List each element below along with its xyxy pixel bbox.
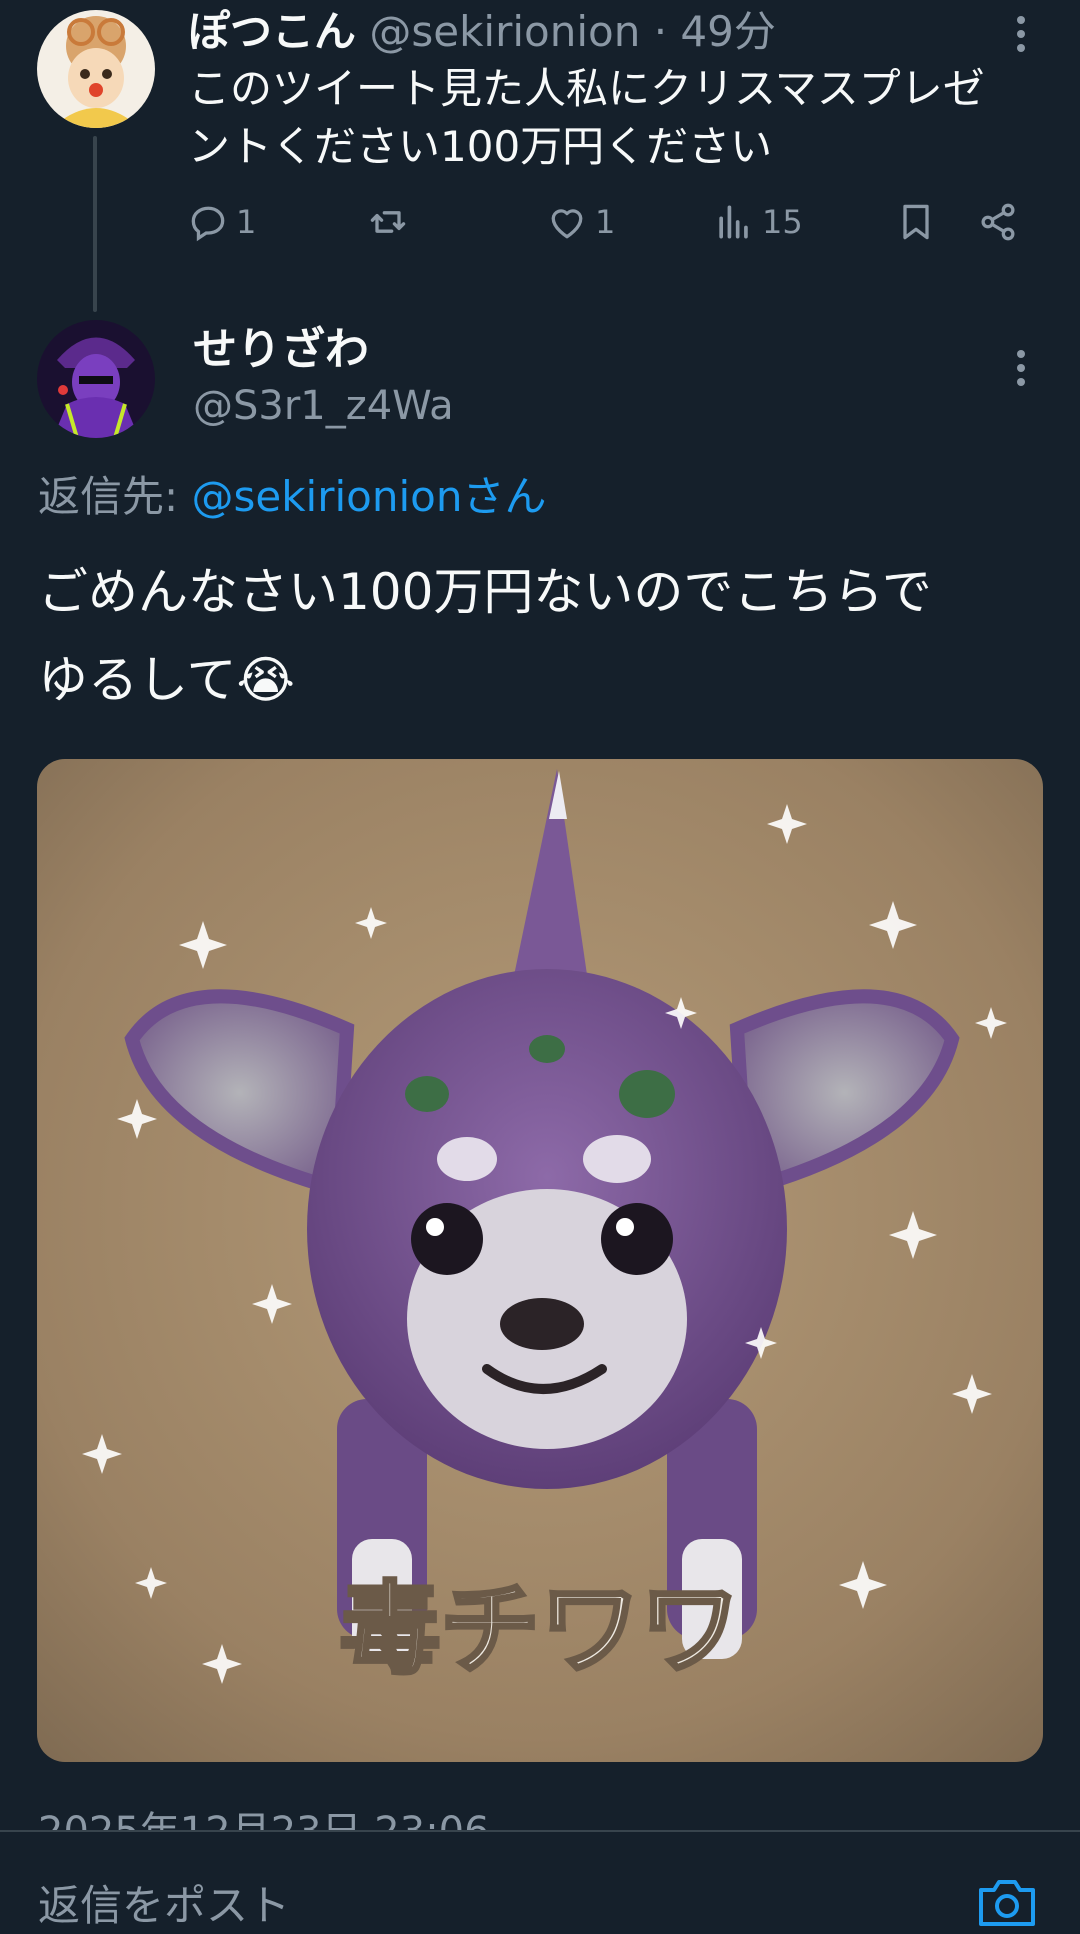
like-button[interactable]: 1 bbox=[545, 200, 615, 244]
views-button[interactable]: 15 bbox=[712, 200, 803, 244]
reply-count: 1 bbox=[236, 203, 257, 241]
reply-text-line-2-text: ゆるして bbox=[38, 651, 237, 709]
bookmark-button[interactable] bbox=[894, 200, 938, 244]
tweet-media-image[interactable]: 毒チワワ bbox=[37, 759, 1043, 1762]
reply-text-line-2: ゆるして😭 bbox=[38, 636, 1048, 724]
crying-face-emoji: 😭 bbox=[236, 651, 295, 709]
share-icon bbox=[981, 203, 1015, 241]
share-button[interactable] bbox=[976, 200, 1020, 244]
replying-to-link[interactable]: @sekirionionさん bbox=[192, 472, 547, 521]
view-count: 15 bbox=[762, 203, 803, 241]
parent-tweet-header: ぽつこん @sekirionion · 49分 bbox=[188, 6, 776, 58]
heart-icon bbox=[551, 209, 583, 239]
parent-display-name[interactable]: ぽつこん bbox=[188, 7, 356, 56]
parent-more-icon[interactable] bbox=[1015, 16, 1027, 58]
reply-avatar[interactable] bbox=[37, 320, 155, 438]
parent-avatar[interactable] bbox=[37, 10, 155, 128]
camera-icon bbox=[979, 1880, 1035, 1926]
repost-icon bbox=[370, 211, 406, 233]
reply-tweet-text: ごめんなさい100万円ないのでこちらで ゆるして😭 bbox=[38, 548, 1048, 724]
parent-text-line-1: このツイート見た人私にクリスマスプレゼ bbox=[188, 64, 985, 113]
reply-display-name[interactable]: せりざわ bbox=[193, 322, 369, 378]
replying-to-prefix: 返信先: bbox=[38, 472, 192, 521]
bookmark-icon bbox=[903, 204, 929, 240]
reply-text-line-1: ごめんなさい100万円ないのでこちらで bbox=[38, 563, 932, 621]
parent-action-bar: 1 1 15 bbox=[0, 200, 1080, 260]
replying-to: 返信先: @sekirionionさん bbox=[38, 470, 546, 524]
repost-button[interactable] bbox=[366, 200, 410, 244]
header-separator: · bbox=[653, 7, 668, 56]
reply-handle[interactable]: @S3r1_z4Wa bbox=[193, 380, 454, 432]
like-count: 1 bbox=[595, 203, 616, 241]
parent-tweet-text: このツイート見た人私にクリスマスプレゼ ントください100万円ください bbox=[188, 60, 1048, 176]
reply-button[interactable]: 1 bbox=[186, 200, 256, 244]
reply-compose-input[interactable]: 返信をポスト bbox=[38, 1880, 290, 1932]
reply-icon bbox=[191, 206, 225, 242]
image-caption: 毒チワワ bbox=[340, 1571, 740, 1688]
poison-chihuahua-image: 毒チワワ bbox=[37, 759, 1043, 1762]
views-icon bbox=[719, 205, 748, 239]
parent-text-line-2: ントください100万円ください bbox=[188, 122, 773, 171]
parent-handle[interactable]: @sekirionion bbox=[369, 7, 640, 56]
parent-time-ago[interactable]: 49分 bbox=[680, 7, 775, 56]
camera-button[interactable] bbox=[976, 1876, 1038, 1934]
reply-more-icon[interactable] bbox=[1015, 350, 1027, 392]
